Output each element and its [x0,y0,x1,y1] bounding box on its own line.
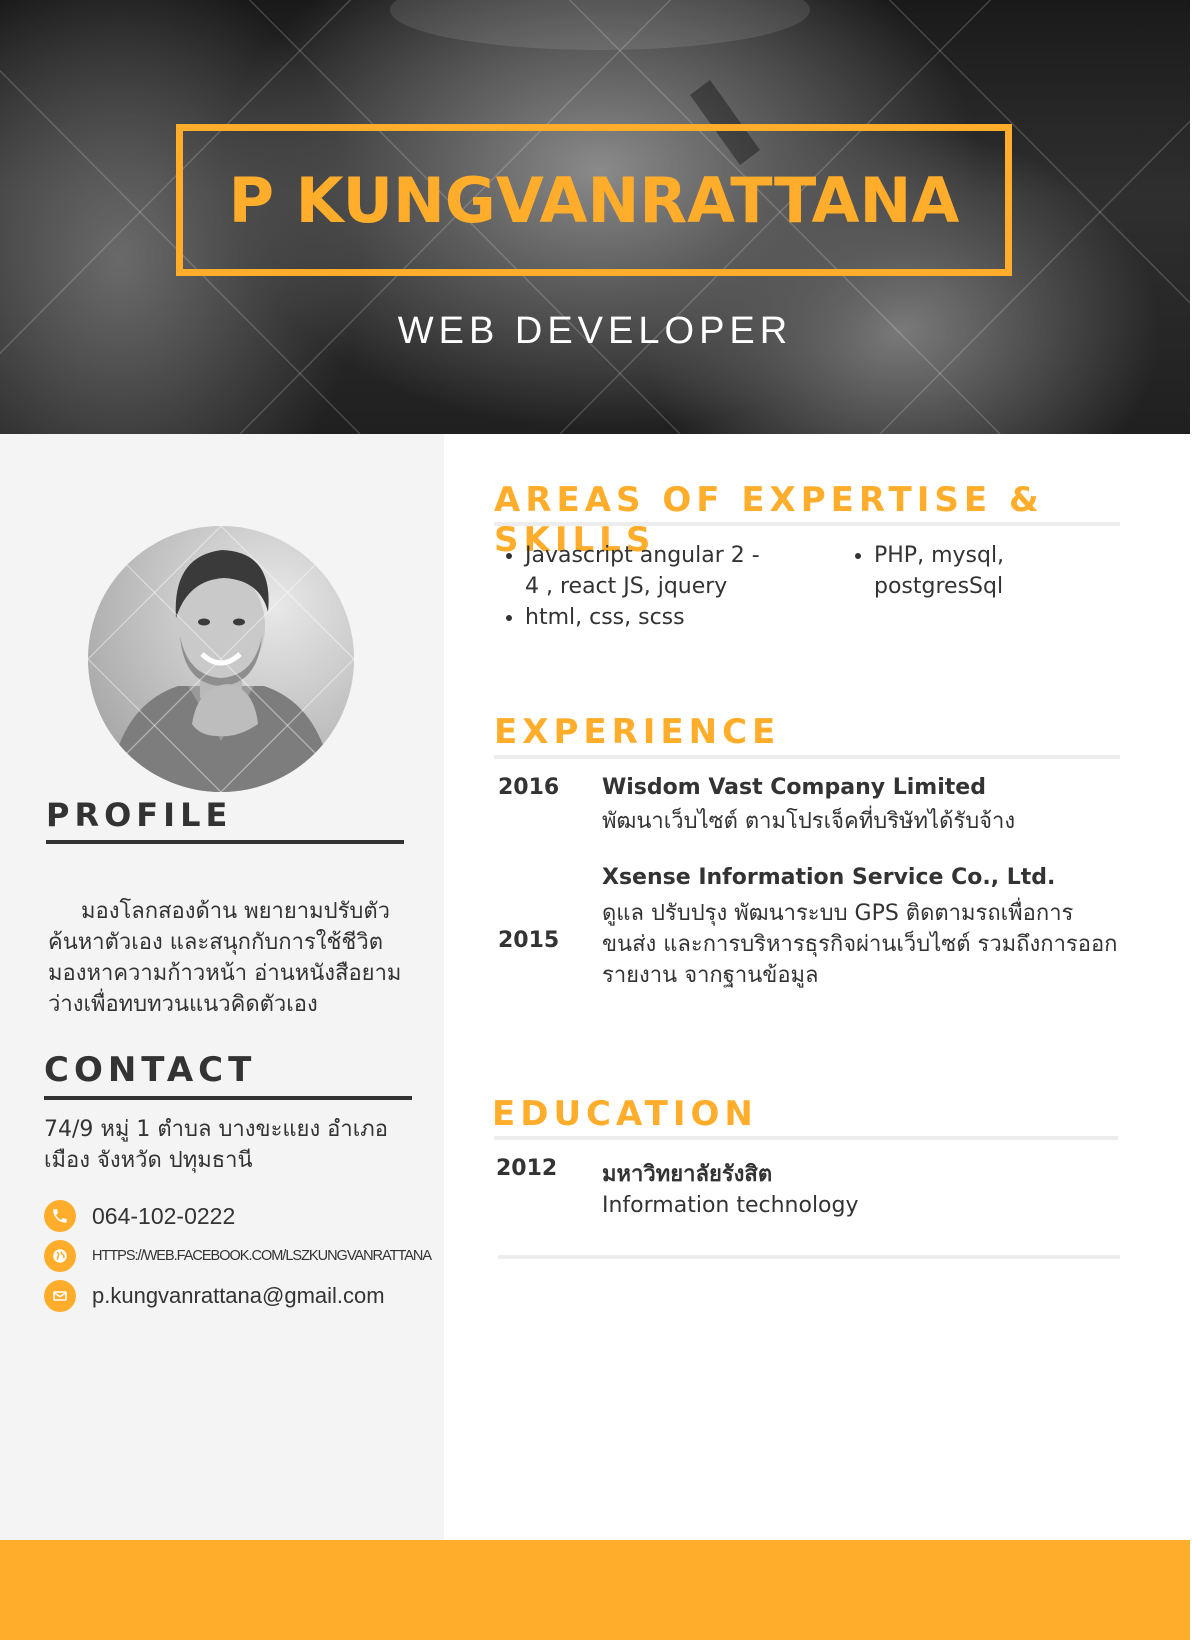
email-link[interactable]: p.kungvanrattana@gmail.com [92,1283,385,1309]
field-of-study: Information technology [602,1193,859,1218]
profile-heading: PROFILE [46,796,233,834]
profile-text: มองโลกสองด้าน พยายามปรับตัว ค้นหาตัวเอง … [48,896,408,1020]
skills-rule [494,522,1120,526]
header-banner: P KUNGVANRATTANA WEB DEVELOPER [0,0,1190,434]
experience-heading: EXPERIENCE [494,712,781,752]
contact-heading: CONTACT [44,1050,257,1090]
contact-underline [44,1096,412,1100]
skills-list-1: Javascript angular 2 - 4 , react JS, jqu… [497,540,777,633]
education-rule [494,1136,1118,1140]
contact-website-row[interactable]: HTTPS://WEB.FACEBOOK.COM/LSZKUNGVANRATTA… [44,1240,432,1272]
experience-year: 2015 [498,928,560,953]
experience-rule [494,755,1120,759]
company-name: Wisdom Vast Company Limited [602,775,986,800]
job-title: WEB DEVELOPER [397,310,793,352]
skills-list-2: PHP, mysql, postgresSql [846,540,1074,602]
phone-number: 064-102-0222 [92,1202,236,1229]
contact-phone-row[interactable]: 064-102-0222 [44,1200,235,1232]
mail-icon [44,1280,76,1312]
address-text: 74/9 หมู่ 1 ตำบล บางขะแยง อำเภอ เมือง จั… [44,1117,388,1173]
education-end-rule [498,1255,1120,1259]
education-heading: EDUCATION [492,1094,758,1134]
profile-photo [88,526,354,792]
name-frame: P KUNGVANRATTANA [176,124,1012,276]
candidate-name: P KUNGVANRATTANA [228,163,960,237]
website-link[interactable]: HTTPS://WEB.FACEBOOK.COM/LSZKUNGVANRATTA… [92,1248,432,1264]
experience-year: 2016 [498,775,560,800]
avatar [88,526,354,792]
profile-underline [46,840,404,844]
profile-paragraph: มองโลกสองด้าน พยายามปรับตัว ค้นหาตัวเอง … [48,899,402,1017]
phone-icon [44,1200,76,1232]
institution-name: มหาวิทยาลัยรังสิต [602,1162,773,1187]
job-description: ดูแล ปรับปรุง พัฒนาระบบ GPS ติดตามรถเพื่… [602,901,1118,988]
left-panel: PROFILE มองโลกสองด้าน พยายามปรับตัว ค้นห… [0,434,444,1540]
globe-icon [44,1240,76,1272]
company-name: Xsense Information Service Co., Ltd. [602,865,1056,890]
education-year: 2012 [496,1156,558,1181]
contact-email-row[interactable]: p.kungvanrattana@gmail.com [44,1280,385,1312]
skill-item: html, css, scss [525,602,777,633]
footer-bar [0,1540,1190,1640]
skill-item: PHP, mysql, postgresSql [874,540,1074,602]
job-description: พัฒนาเว็บไซต์ ตามโปรเจ็คที่บริษัทได้รับจ… [602,809,1016,834]
skill-item: Javascript angular 2 - 4 , react JS, jqu… [525,540,777,602]
